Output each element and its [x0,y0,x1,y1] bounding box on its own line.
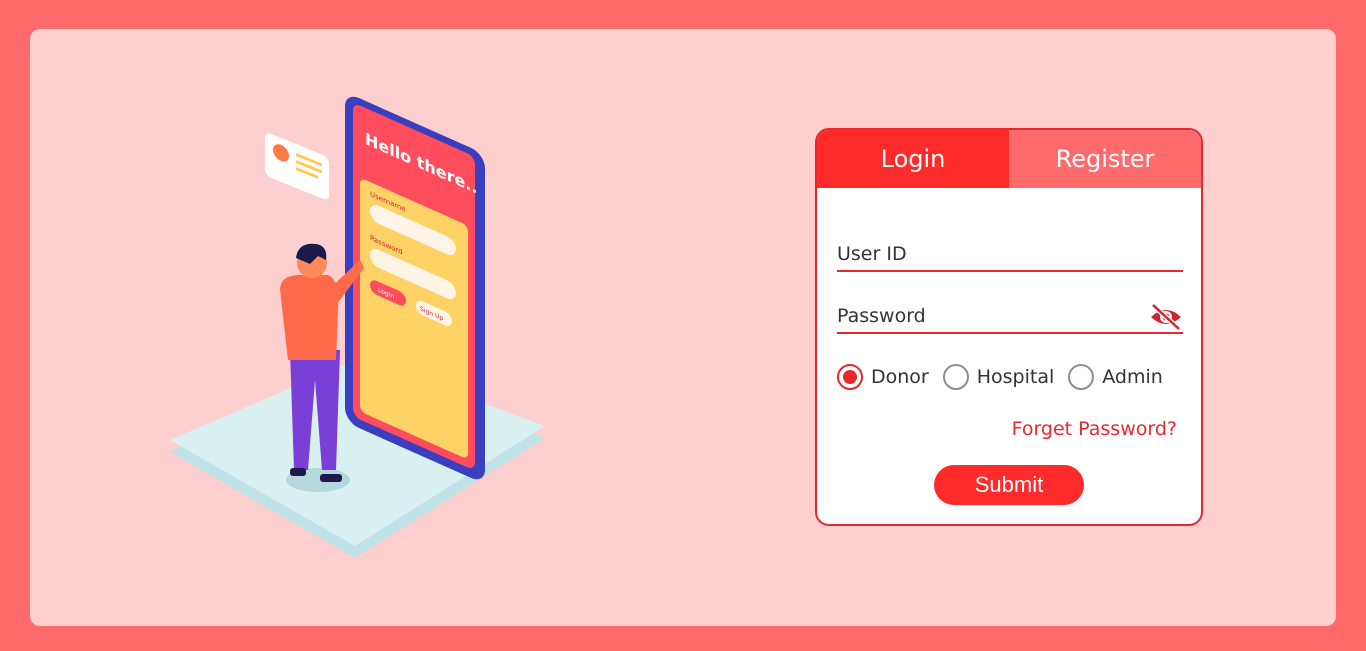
radio-donor[interactable] [837,364,863,390]
auth-tabs: Login Register [817,130,1201,188]
role-hospital[interactable]: Hospital [942,364,1055,390]
password-field [837,302,1183,334]
radio-hospital[interactable] [942,364,969,390]
role-donor-label: Donor [871,366,929,388]
eye-slash-icon[interactable] [1149,302,1183,332]
radio-admin[interactable] [1068,364,1095,390]
role-selector: Donor Hospital Admin [837,364,1187,390]
role-donor[interactable]: Donor [837,364,929,390]
user-id-input[interactable] [837,240,1183,268]
role-admin-label: Admin [1102,366,1163,388]
role-admin[interactable]: Admin [1068,364,1163,390]
tab-login[interactable]: Login [817,130,1009,188]
user-id-field [837,240,1183,272]
role-hospital-label: Hospital [976,366,1055,388]
tab-register[interactable]: Register [1009,130,1201,188]
submit-button[interactable]: Submit [934,465,1084,505]
password-input[interactable] [837,302,1183,330]
login-illustration: Hello there.. Username Password Login Si… [170,96,545,558]
auth-card: Login Register Donor Hospital Admin Forg… [815,128,1203,526]
forgot-password-link[interactable]: Forget Password? [1012,418,1177,440]
